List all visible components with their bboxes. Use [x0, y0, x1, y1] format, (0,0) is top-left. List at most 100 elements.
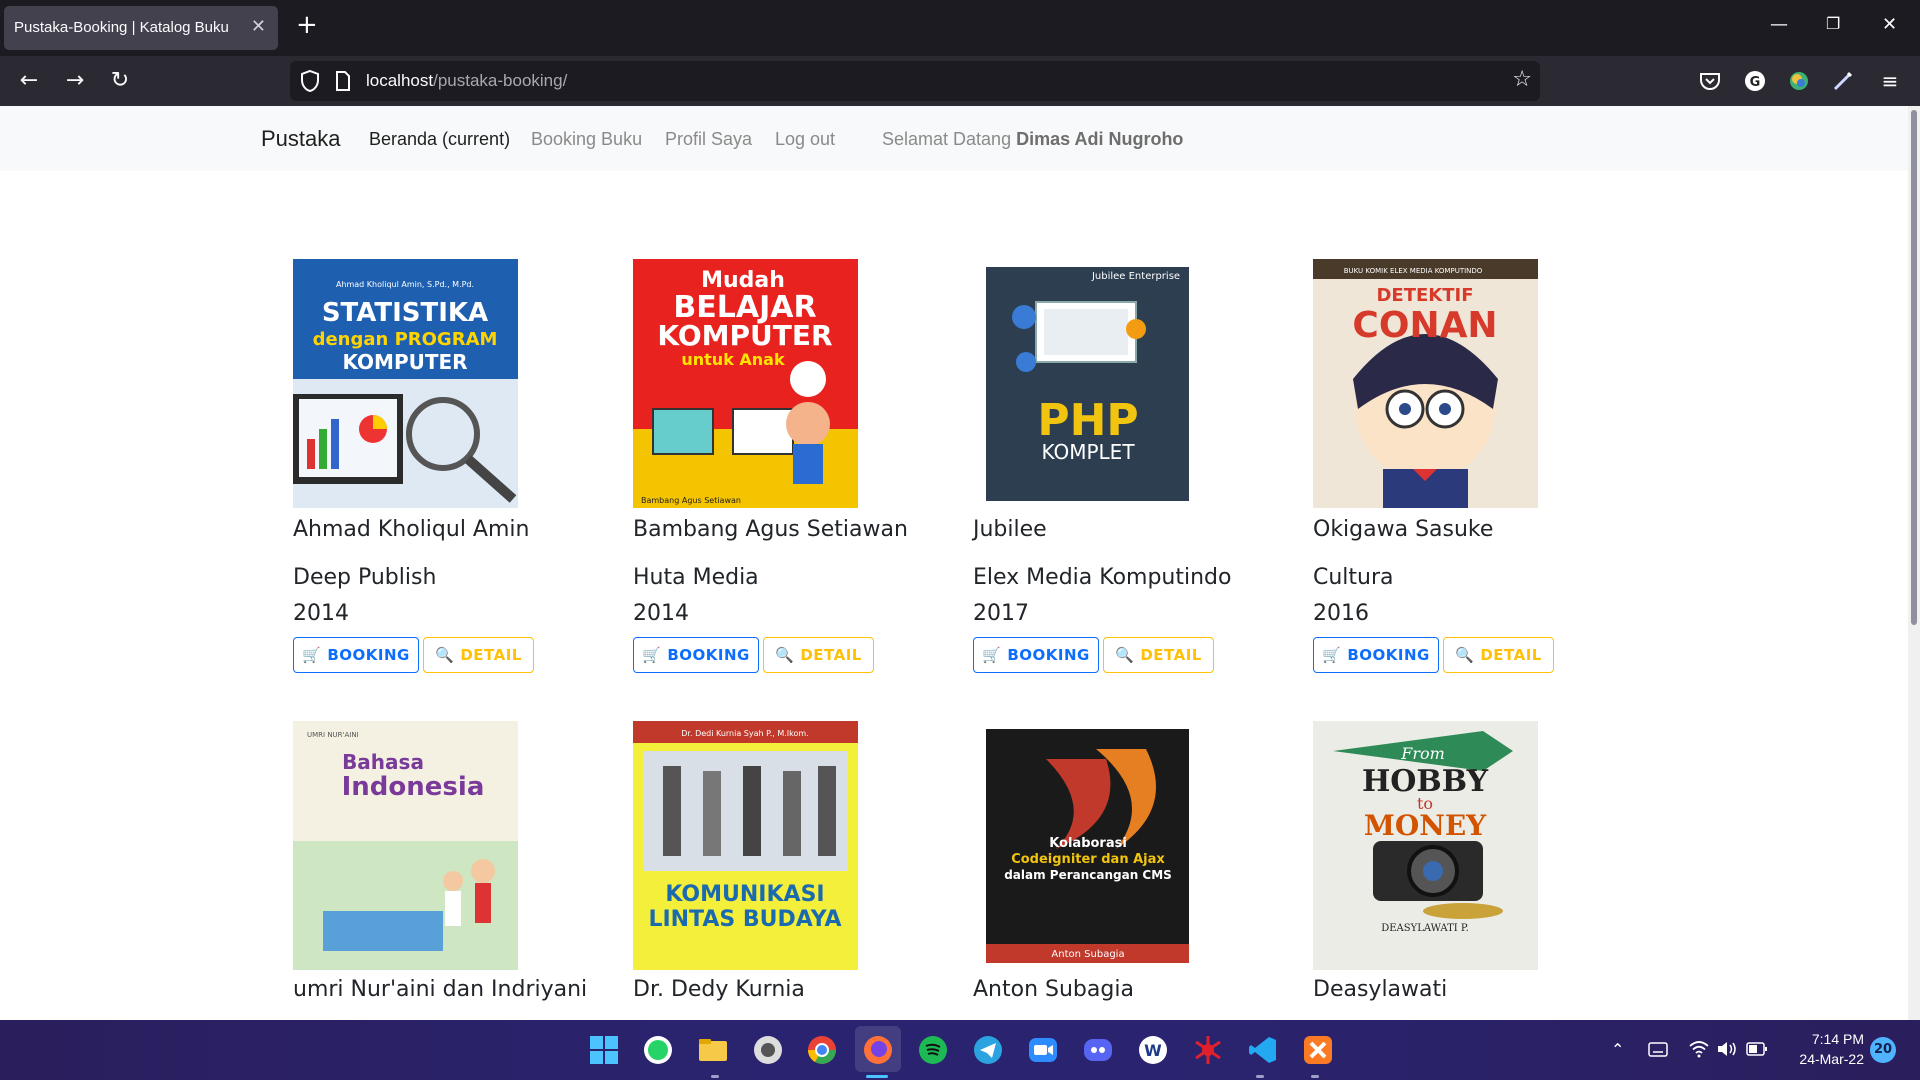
booking-button[interactable]: 🛒 BOOKING [973, 637, 1099, 673]
book-author: Jubilee [973, 517, 1047, 542]
app-w-icon[interactable]: W [1137, 1034, 1169, 1066]
xampp-icon[interactable] [1302, 1034, 1334, 1066]
bookmark-star-icon[interactable]: ☆ [1512, 67, 1532, 92]
book-cover[interactable]: Ahmad Kholiqul Amin, S.Pd., M.Pd. STATIS… [293, 259, 518, 508]
scrollbar-thumb[interactable] [1911, 110, 1917, 625]
svg-text:CONAN: CONAN [1352, 305, 1497, 346]
detail-button[interactable]: 🔍 DETAIL [763, 637, 874, 673]
shield-icon[interactable] [300, 69, 320, 93]
telegram-icon[interactable] [972, 1034, 1004, 1066]
svg-text:UMRI NUR'AINI: UMRI NUR'AINI [307, 731, 359, 739]
svg-text:DETEKTIF: DETEKTIF [1376, 285, 1473, 306]
book-cover[interactable]: Kolaborasi Codeigniter dan Ajax dalam Pe… [986, 729, 1189, 963]
notification-badge[interactable]: 20 [1870, 1037, 1896, 1063]
back-icon[interactable]: ← [14, 66, 44, 96]
volume-icon[interactable] [1716, 1040, 1738, 1058]
book-publisher: Huta Media [633, 565, 759, 590]
book-author: Okigawa Sasuke [1313, 517, 1494, 542]
booking-button[interactable]: 🛒 BOOKING [293, 637, 419, 673]
pocket-icon[interactable] [1698, 69, 1722, 93]
running-indicator [711, 1075, 719, 1078]
book-cover[interactable]: Dr. Dedi Kurnia Syah P., M.Ikom. KOMUNIK… [633, 721, 858, 970]
site-navbar: Pustaka Beranda (current) Booking Buku P… [0, 106, 1908, 171]
cart-icon: 🛒 [982, 646, 1002, 664]
file-explorer-icon[interactable] [697, 1034, 729, 1066]
svg-text:Ahmad Kholiqul Amin, S.Pd., M.: Ahmad Kholiqul Amin, S.Pd., M.Pd. [336, 280, 474, 289]
clock-date: 24-Mar-22 [1799, 1051, 1864, 1067]
reload-icon[interactable]: ↻ [105, 66, 135, 96]
book-year: 2014 [293, 601, 349, 626]
svg-text:Bambang Agus Setiawan: Bambang Agus Setiawan [641, 496, 741, 505]
booking-button[interactable]: 🛒 BOOKING [1313, 637, 1439, 673]
nav-beranda[interactable]: Beranda (current) [369, 129, 510, 150]
system-clock[interactable]: 7:14 PM 24-Mar-22 [1784, 1029, 1864, 1069]
forward-icon[interactable]: → [60, 66, 90, 96]
page-info-icon[interactable] [334, 70, 352, 92]
yandex-browser-icon[interactable] [752, 1034, 784, 1066]
book-author: Anton Subagia [973, 977, 1134, 1002]
windows-start-icon[interactable] [588, 1034, 620, 1066]
wifi-icon[interactable] [1688, 1040, 1710, 1058]
cart-icon: 🛒 [1322, 646, 1342, 664]
svg-text:dalam Perancangan CMS: dalam Perancangan CMS [1004, 868, 1172, 882]
svg-text:Bahasa: Bahasa [342, 750, 424, 774]
active-indicator [866, 1075, 888, 1078]
nav-booking-buku[interactable]: Booking Buku [531, 129, 642, 150]
chrome-icon[interactable] [806, 1034, 838, 1066]
site-brand[interactable]: Pustaka [261, 126, 341, 152]
discord-icon[interactable] [1082, 1034, 1114, 1066]
grammarly-icon[interactable]: G [1743, 69, 1767, 93]
welcome-message: Selamat Datang Dimas Adi Nugroho [882, 129, 1184, 149]
detail-button[interactable]: 🔍 DETAIL [1443, 637, 1554, 673]
book-publisher: Elex Media Komputindo [973, 565, 1232, 590]
svg-text:Kolaborasi: Kolaborasi [1049, 836, 1127, 851]
battery-icon[interactable] [1746, 1041, 1768, 1057]
minimize-icon[interactable]: — [1770, 14, 1788, 35]
running-indicator [1256, 1075, 1264, 1078]
page-content: Pustaka Beranda (current) Booking Buku P… [0, 106, 1908, 1020]
svg-text:KOMPLET: KOMPLET [1041, 440, 1135, 464]
book-cover[interactable]: Mudah BELAJAR KOMPUTER untuk Anak Bamban… [633, 259, 858, 508]
url-text: localhost/pustaka-booking/ [366, 71, 568, 90]
book-cover[interactable]: UMRI NUR'AINI Bahasa Indonesia [293, 721, 518, 970]
whatsapp-icon[interactable] [642, 1034, 674, 1066]
svg-text:W: W [1144, 1041, 1162, 1060]
browser-tab-active[interactable]: Pustaka-Booking | Katalog Buku ✕ [4, 6, 278, 50]
nav-profil-saya[interactable]: Profil Saya [665, 129, 752, 150]
menu-icon[interactable]: ≡ [1875, 66, 1905, 96]
red-app-icon[interactable] [1192, 1034, 1224, 1066]
svg-text:dengan PROGRAM: dengan PROGRAM [313, 329, 498, 350]
close-window-icon[interactable]: ✕ [1882, 14, 1897, 35]
book-cover[interactable]: Jubilee Enterprise PHP KOMPLET [986, 267, 1189, 501]
chevron-up-icon[interactable]: ⌃ [1611, 1040, 1624, 1059]
detail-button[interactable]: 🔍 DETAIL [423, 637, 534, 673]
close-tab-icon[interactable]: ✕ [251, 16, 266, 37]
new-tab-icon[interactable]: + [296, 12, 318, 38]
page-scrollbar[interactable] [1908, 106, 1920, 1020]
book-cover[interactable]: From HOBBY to MONEY DEASYLAWATI P. [1313, 721, 1538, 970]
extension-icon[interactable] [1787, 69, 1811, 93]
svg-text:G: G [1750, 75, 1761, 90]
detail-button[interactable]: 🔍 DETAIL [1103, 637, 1214, 673]
restore-icon[interactable]: ❐ [1826, 14, 1840, 33]
search-icon: 🔍 [1115, 646, 1135, 664]
running-indicator [1311, 1075, 1319, 1078]
search-icon: 🔍 [775, 646, 795, 664]
book-cover[interactable]: BUKU KOMIK ELEX MEDIA KOMPUTINDO DETEKTI… [1313, 259, 1538, 508]
color-picker-icon[interactable] [1831, 69, 1855, 93]
svg-text:KOMPUTER: KOMPUTER [342, 350, 467, 374]
book-publisher: Deep Publish [293, 565, 437, 590]
booking-button[interactable]: 🛒 BOOKING [633, 637, 759, 673]
firefox-icon[interactable] [862, 1034, 894, 1066]
svg-text:Codeigniter dan Ajax: Codeigniter dan Ajax [1011, 852, 1165, 867]
nav-logout[interactable]: Log out [775, 129, 835, 150]
spotify-icon[interactable] [917, 1034, 949, 1066]
address-bar[interactable]: localhost/pustaka-booking/ ☆ [290, 61, 1540, 101]
input-indicator-icon[interactable] [1648, 1041, 1668, 1059]
vscode-icon[interactable] [1247, 1034, 1279, 1066]
svg-text:Indonesia: Indonesia [342, 772, 485, 802]
zoom-icon[interactable] [1027, 1034, 1059, 1066]
browser-tab-bar: Pustaka-Booking | Katalog Buku ✕ + — ❐ ✕ [0, 0, 1920, 56]
clock-time: 7:14 PM [1811, 1031, 1864, 1047]
svg-text:untuk Anak: untuk Anak [681, 350, 785, 369]
